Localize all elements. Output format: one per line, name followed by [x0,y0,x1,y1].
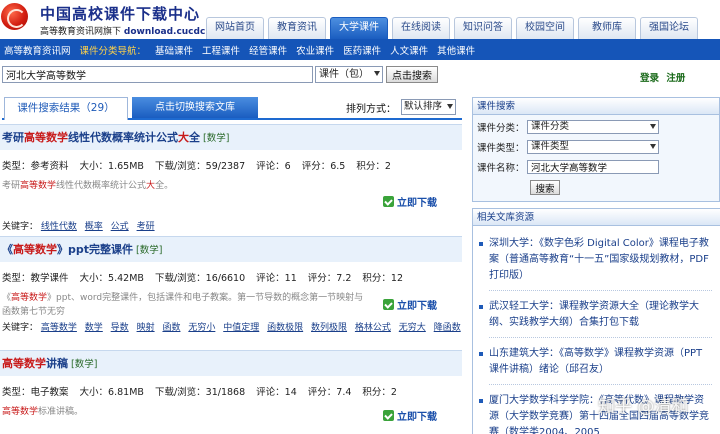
courseware-search-panel: 课件搜索 课件分类： 课件分类 课件类型： 课件类型 课件名称： 搜索 [472,97,720,202]
main-nav: 网站首页 教育资讯 大学课件 在线阅读 知识问答 校园空间 教师库 强国论坛 [206,17,702,39]
sort-label: 排列方式： [346,104,396,115]
related-link[interactable]: 深圳大学：《数字色彩 Digital Color》课程电子教案（普通高等教育“十… [479,234,712,291]
result-keywords: 关键字： 线性代数 概率 公式 考研 [2,222,155,232]
subnav-item-humanities[interactable]: 人文课件 [390,43,428,57]
type-select[interactable]: 课件类型 [527,140,659,154]
search-type-select[interactable]: 课件（包） [315,66,383,83]
download-button[interactable]: 立即下载 [383,408,437,423]
download-button[interactable]: 立即下载 [383,194,437,209]
category-tag[interactable]: [数学] [71,359,97,370]
result-meta: 类型：参考资料 大小：1.65MB 下载/浏览：59/2387 评论：6 评分：… [2,161,391,172]
result-keywords: 关键字： 高等数学 数学 导数 映射 函数 无穷小 中值定理 函数极限 数列极限… [2,323,461,333]
name-input[interactable] [527,160,659,174]
result-description: 高等数学标准讲稿。 [2,407,84,417]
download-icon [383,299,394,310]
chevron-down-icon [650,144,656,149]
subnav-item-medicine[interactable]: 医药课件 [343,43,381,57]
keyword-link[interactable]: 格林公式 [355,323,391,333]
result-description: 《高等数学》ppt、word完整课件，包括课件和电子教案。第一节导数的概念第一节… [2,293,364,317]
site-header: 中国高校课件下载中心 高等教育资讯网旗下 download.cucdc.com … [0,0,720,39]
site-title[interactable]: 中国高校课件下载中心 [40,3,200,24]
sort-select[interactable]: 默认排序 [401,99,456,115]
keyword-link[interactable]: 线性代数 [41,222,77,232]
download-icon [383,410,394,421]
keyword-link[interactable]: 降函数 [434,323,461,333]
search-input[interactable] [2,66,313,83]
search-button[interactable]: 点击搜索 [386,66,438,83]
keyword-link[interactable]: 映射 [137,323,155,333]
category-select[interactable]: 课件分类 [527,120,659,134]
sidebar: 课件搜索 课件分类： 课件分类 课件类型： 课件类型 课件名称： 搜索 相关文库… [472,97,720,434]
result-item: 高等数学讲稿 [数学] 类型：电子教案 大小：6.81MB 下载/浏览：31/18… [0,350,462,434]
result-meta: 类型：电子教案 大小：6.81MB 下载/浏览：31/1868 评论：14 评分… [2,387,397,398]
chevron-down-icon [650,124,656,129]
auth-links: 登录 注册 [640,70,689,84]
related-link[interactable]: 山东建筑大学：《高等数学》课程教学资源（PPT课件讲稿）绪论（邱召友） [479,344,712,385]
tab-switch-library[interactable]: 点击切换搜索文库 [132,97,258,118]
login-link[interactable]: 登录 [640,73,659,84]
keyword-link[interactable]: 高等数学 [41,323,77,333]
result-title[interactable]: 考研高等数学线性代数概率统计公式大全 [数学] [0,124,462,150]
chevron-down-icon [447,104,453,109]
nav-tab-teachers[interactable]: 教师库 [578,17,636,39]
category-tag[interactable]: [数学] [136,245,162,256]
keyword-link[interactable]: 中值定理 [223,323,259,333]
site-subtitle: 高等教育资讯网旗下 download.cucdc.com [40,27,230,37]
category-row: 课件分类： 课件分类 [473,119,719,135]
panel-title: 相关文库资源 [473,209,720,226]
results-tabbar: 课件搜索结果（29） 点击切换搜索文库 排列方式： 默认排序 [2,97,462,120]
keyword-link[interactable]: 考研 [137,222,155,232]
search-bar: 课件（包） 点击搜索 登录 注册 [0,64,720,86]
subnav-item-basic[interactable]: 基础课件 [155,43,193,57]
keyword-link[interactable]: 数学 [85,323,103,333]
result-title[interactable]: 《高等数学》ppt完整课件 [数学] [0,236,462,262]
download-button[interactable]: 立即下载 [383,297,437,312]
nav-tab-campus[interactable]: 校园空间 [516,17,574,39]
keyword-link[interactable]: 概率 [85,222,103,232]
keyword-link[interactable]: 导数 [111,323,129,333]
chevron-down-icon [374,71,380,76]
keyword-link[interactable]: 无穷小 [188,323,215,333]
category-subnav: 高等教育资讯网 课件分类导航： 基础课件 工程课件 经管课件 农业课件 医药课件… [0,39,720,60]
keyword-link[interactable]: 公式 [111,222,129,232]
result-description: 考研高等数学线性代数概率统计公式大全。 [2,181,174,191]
keyword-link[interactable]: 数列极限 [311,323,347,333]
result-meta: 类型：教学课件 大小：5.42MB 下载/浏览：16/6610 评论：11 评分… [2,273,404,284]
subnav-label: 课件分类导航： [79,45,147,57]
subnav-item-other[interactable]: 其他课件 [437,43,475,57]
sidebar-search-button[interactable]: 搜索 [530,180,560,195]
keyword-link[interactable]: 无穷大 [399,323,426,333]
keyword-link[interactable]: 函数极限 [267,323,303,333]
panel-title: 课件搜索 [473,98,719,115]
keyword-link[interactable]: 函数 [162,323,180,333]
register-link[interactable]: 注册 [666,73,685,84]
subnav-item-engineering[interactable]: 工程课件 [202,43,240,57]
category-tag[interactable]: [数学] [203,133,229,144]
subnav-item-agriculture[interactable]: 农业课件 [296,43,334,57]
results-list: 考研高等数学线性代数概率统计公式大全 [数学] 类型：参考资料 大小：1.65MB… [0,124,462,434]
nav-tab-forum[interactable]: 强国论坛 [640,17,698,39]
type-row: 课件类型： 课件类型 [473,139,719,155]
site-logo-icon[interactable] [1,3,28,30]
name-row: 课件名称： [473,159,719,175]
result-title[interactable]: 高等数学讲稿 [数学] [0,350,462,376]
watermark: 知乎 @清和 [598,397,689,417]
result-item: 《高等数学》ppt完整课件 [数学] 类型：教学课件 大小：5.42MB 下载/浏… [0,236,462,350]
result-item: 考研高等数学线性代数概率统计公式大全 [数学] 类型：参考资料 大小：1.65MB… [0,124,462,236]
nav-tab-home[interactable]: 网站首页 [206,17,264,39]
related-link[interactable]: 武汉轻工大学：课程教学资源大全（理论教学大纲、实践教学大纲）合集打包下载 [479,297,712,338]
download-icon [383,196,394,207]
nav-tab-online-reading[interactable]: 在线阅读 [392,17,450,39]
nav-tab-news[interactable]: 教育资讯 [268,17,326,39]
nav-tab-qa[interactable]: 知识问答 [454,17,512,39]
subnav-item-economics[interactable]: 经管课件 [249,43,287,57]
subnav-home-link[interactable]: 高等教育资讯网 [4,43,71,57]
tab-courseware-results[interactable]: 课件搜索结果（29） [4,97,128,120]
nav-tab-courseware[interactable]: 大学课件 [330,17,388,39]
